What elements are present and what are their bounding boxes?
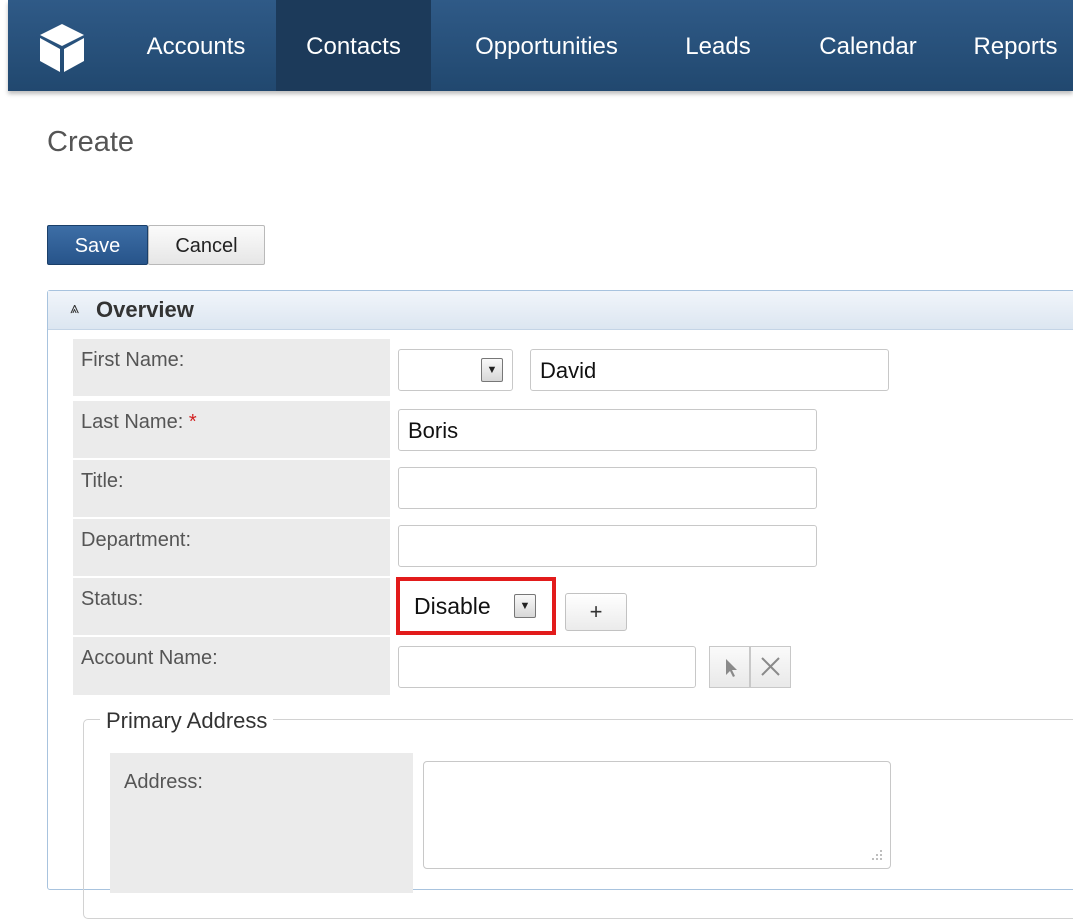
resize-grip-icon[interactable] — [870, 848, 884, 862]
nav-opportunities[interactable]: Opportunities — [444, 0, 649, 91]
save-button[interactable]: Save — [47, 225, 148, 265]
address-textarea[interactable] — [423, 761, 891, 869]
last-name-label-text: Last Name: — [81, 411, 184, 433]
department-input[interactable] — [398, 525, 817, 567]
overview-panel: ⩓ Overview First Name: ▼ David Last Name… — [47, 290, 1073, 919]
required-marker: * — [188, 411, 197, 433]
dropdown-arrow-icon[interactable]: ▼ — [514, 594, 536, 618]
nav-contacts[interactable]: Contacts — [276, 0, 431, 91]
select-account-button[interactable] — [709, 646, 750, 688]
top-navbar: Accounts Contacts Opportunities Leads Ca… — [8, 0, 1073, 91]
select-cursor-icon — [726, 659, 737, 677]
panel-title: Overview — [96, 297, 194, 322]
cancel-button[interactable]: Cancel — [148, 225, 265, 265]
status-select[interactable]: Disable — [414, 593, 491, 620]
clear-account-button[interactable] — [750, 646, 791, 688]
nav-accounts[interactable]: Accounts — [121, 0, 271, 91]
panel-header[interactable]: ⩓ Overview — [48, 291, 1073, 330]
nav-reports[interactable]: Reports — [963, 0, 1068, 91]
status-label: Status: — [73, 578, 390, 635]
dropdown-arrow-icon[interactable]: ▼ — [481, 358, 503, 382]
clear-x-icon — [761, 657, 780, 676]
last-name-label: Last Name: * — [73, 401, 390, 458]
double-chevron-up-icon[interactable]: ⩓ — [70, 300, 79, 318]
account-name-input[interactable] — [398, 646, 696, 688]
status-select-highlight[interactable]: Disable ▼ — [396, 577, 556, 635]
add-status-button[interactable]: + — [565, 593, 627, 631]
address-label: Address: — [110, 753, 413, 893]
account-name-label: Account Name: — [73, 637, 390, 695]
first-name-label: First Name: — [73, 339, 390, 396]
salutation-select[interactable]: ▼ — [398, 349, 513, 391]
department-label: Department: — [73, 519, 390, 576]
title-label: Title: — [73, 460, 390, 517]
cube-logo-icon[interactable] — [38, 22, 86, 74]
primary-address-legend: Primary Address — [100, 708, 274, 734]
last-name-input[interactable]: Boris — [398, 409, 817, 451]
nav-leads[interactable]: Leads — [663, 0, 773, 91]
nav-calendar[interactable]: Calendar — [788, 0, 948, 91]
title-input[interactable] — [398, 467, 817, 509]
page-title: Create — [47, 126, 135, 158]
first-name-input[interactable]: David — [530, 349, 889, 391]
